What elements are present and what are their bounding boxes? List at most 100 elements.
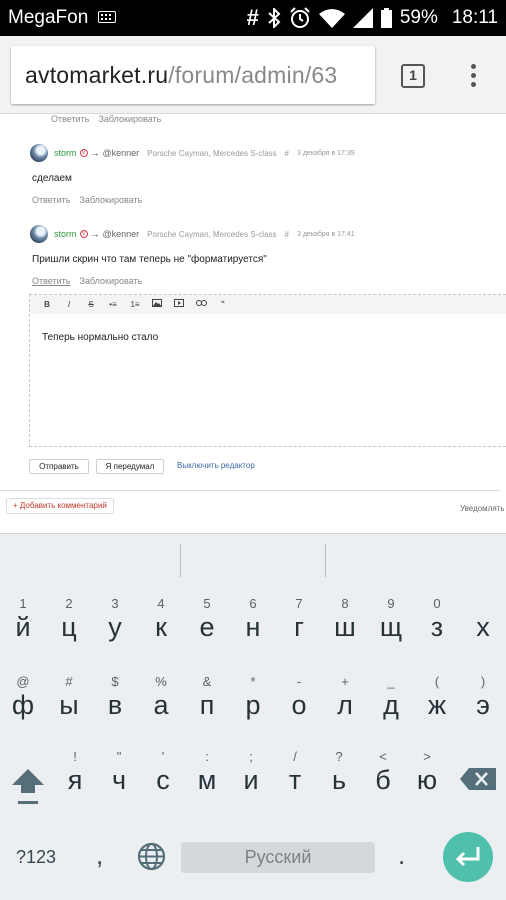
key-char: м [197, 765, 217, 795]
user-cars: Porsche Cayman, Mercedes S-class [147, 229, 277, 239]
permalink[interactable]: # [285, 149, 289, 158]
key-hint: 7 [295, 596, 303, 611]
key-я[interactable]: ! я [53, 749, 97, 809]
key-п[interactable]: & п [184, 674, 230, 734]
key-х[interactable]: х [460, 596, 506, 656]
comment-author[interactable]: storm [54, 148, 77, 158]
block-link[interactable]: Заблокировать [79, 276, 142, 286]
editor-toolbar: B I S •≡ 1≡ “ [30, 295, 506, 314]
key-hint: 8 [341, 596, 349, 611]
key-hint: 5 [203, 596, 211, 611]
key-о[interactable]: -о [276, 674, 322, 734]
key-е[interactable]: 5е [184, 596, 230, 656]
key-м[interactable]: :м [185, 749, 229, 809]
key-hint: * [250, 674, 256, 689]
space-key[interactable]: Русский [181, 842, 375, 873]
key-ц[interactable]: 2ц [46, 596, 92, 656]
comment-header: storm v → @kenner Porsche Cayman, Merced… [30, 225, 355, 243]
key-hint: ) [480, 674, 486, 689]
comment-author[interactable]: storm [54, 229, 77, 239]
key-char: ж [427, 690, 447, 720]
comma-key[interactable]: , [96, 840, 103, 871]
key-л[interactable]: + л [322, 674, 368, 734]
numbered-list-icon[interactable]: 1≡ [124, 298, 146, 312]
key-hint: _ [387, 674, 395, 689]
key-ж[interactable]: (ж [414, 674, 460, 734]
key-г[interactable]: 7г [276, 596, 322, 656]
italic-icon[interactable]: I [58, 298, 80, 312]
add-comment-button[interactable]: + Добавить комментарий [6, 498, 114, 514]
cancel-button[interactable]: Я передумал [96, 459, 164, 474]
reply-link[interactable]: Ответить [32, 195, 70, 205]
soft-keyboard: 1й2ц3у4к5е6н7г8ш9щ0з х @ ф # ы $ в% а & п * р - о + л _ д… [0, 533, 506, 900]
key-char: л [337, 690, 353, 720]
reply-to-user[interactable]: @kenner [103, 148, 140, 158]
comment-text: сделаем [32, 173, 72, 184]
key-char: н [245, 612, 261, 642]
editor-text[interactable]: Теперь нормально стало [42, 332, 158, 343]
key-й[interactable]: 1й [0, 596, 46, 656]
key-р[interactable]: * р [230, 674, 276, 734]
clock: 18:11 [451, 7, 498, 28]
bold-icon[interactable]: B [36, 298, 58, 312]
key-т[interactable]: / т [273, 749, 317, 809]
period-key[interactable]: . [398, 840, 405, 871]
overflow-menu-icon[interactable] [471, 64, 477, 91]
key-к[interactable]: 4к [138, 596, 184, 656]
key-char: ь [331, 765, 347, 795]
key-hint: " [116, 749, 122, 764]
key-э[interactable]: ) э [460, 674, 506, 734]
strikethrough-icon[interactable]: S [80, 298, 102, 312]
key-char: в [107, 690, 123, 720]
avatar[interactable] [30, 225, 48, 243]
key-д[interactable]: _ д [368, 674, 414, 734]
verified-badge-icon: v [79, 149, 88, 157]
avatar[interactable] [30, 144, 48, 162]
key-hint: 3 [111, 596, 119, 611]
permalink[interactable]: # [285, 230, 289, 239]
key-щ[interactable]: 9щ [368, 596, 414, 656]
key-а[interactable]: % а [138, 674, 184, 734]
backspace-key[interactable] [460, 768, 496, 790]
tab-switcher-button[interactable]: 1 [401, 64, 425, 88]
notify-toggle[interactable]: Уведомлять [460, 504, 505, 513]
key-н[interactable]: 6н [230, 596, 276, 656]
send-button[interactable]: Отправить [29, 459, 89, 474]
block-link[interactable]: Заблокировать [98, 114, 161, 124]
link-icon[interactable] [190, 298, 212, 312]
comment-editor[interactable]: B I S •≡ 1≡ “ Теперь нормально стало [29, 294, 506, 447]
suggestion-strip[interactable] [0, 534, 506, 586]
key-з[interactable]: 0з [414, 596, 460, 656]
key-char: х [476, 612, 490, 642]
reply-link[interactable]: Ответить [51, 114, 89, 124]
key-в[interactable]: $ в [92, 674, 138, 734]
key-ч[interactable]: " ч [97, 749, 141, 809]
enter-key[interactable] [443, 832, 493, 882]
status-bar: MegaFon # 59% 18:11 [0, 0, 506, 36]
key-ь[interactable]: ? ь [317, 749, 361, 809]
bullet-list-icon[interactable]: •≡ [102, 298, 124, 312]
image-icon[interactable] [146, 298, 168, 312]
quote-icon[interactable]: “ [212, 298, 234, 312]
symbols-key[interactable]: ?123 [16, 847, 56, 868]
key-с[interactable]: ' с [141, 749, 185, 809]
reply-to-user[interactable]: @kenner [103, 229, 140, 239]
key-ю[interactable]: > ю [405, 749, 449, 809]
url-bar[interactable]: avtomarket.ru/forum/admin/63 [11, 46, 375, 104]
key-у[interactable]: 3у [92, 596, 138, 656]
key-ы[interactable]: # ы [46, 674, 92, 734]
shift-key[interactable] [11, 767, 45, 807]
key-б[interactable]: < б [361, 749, 405, 809]
key-и[interactable]: ; и [229, 749, 273, 809]
battery-icon [380, 8, 392, 28]
globe-icon[interactable] [137, 842, 166, 876]
reply-link[interactable]: Ответить [32, 276, 70, 286]
comment-date: 3 декабря в 17:39 [297, 149, 355, 157]
video-icon[interactable] [168, 298, 190, 312]
block-link[interactable]: Заблокировать [79, 195, 142, 205]
key-hint: % [155, 674, 167, 689]
key-ш[interactable]: 8ш [322, 596, 368, 656]
comment-actions: Ответить Заблокировать [32, 195, 142, 205]
key-ф[interactable]: @ ф [0, 674, 46, 734]
disable-editor-link[interactable]: Выключить редактор [177, 461, 255, 470]
